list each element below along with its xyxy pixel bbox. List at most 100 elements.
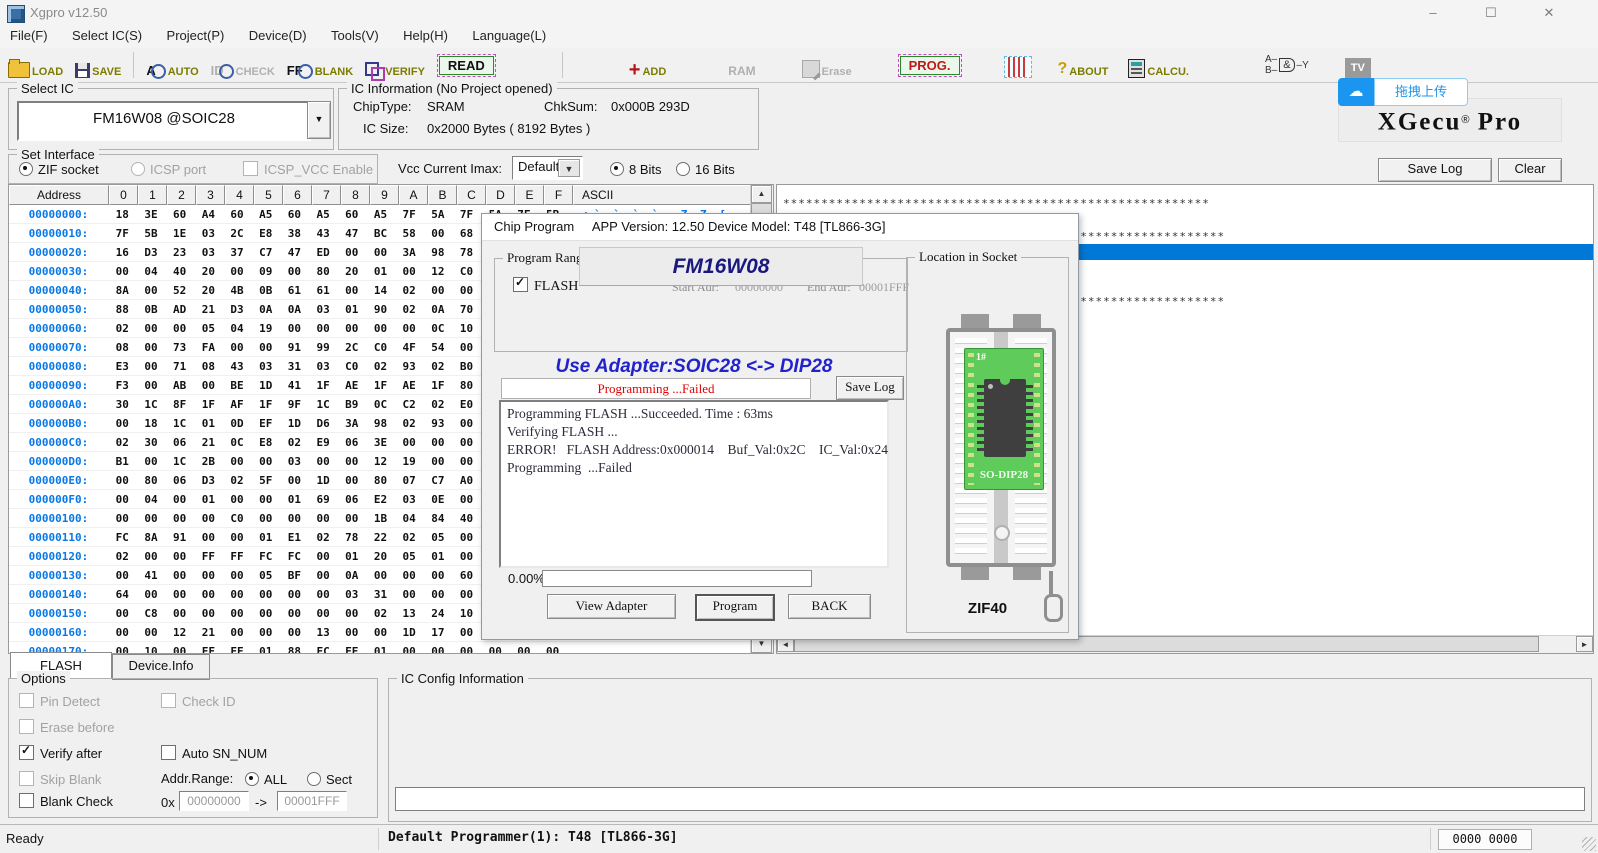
hex-byte[interactable]: 47 — [280, 246, 309, 259]
hex-byte[interactable]: C7 — [423, 474, 452, 487]
hex-byte[interactable]: 3E — [137, 208, 166, 221]
drag-upload-badge[interactable]: ☁ 拖拽上传 — [1338, 78, 1468, 106]
hex-byte[interactable]: 7F — [108, 227, 137, 240]
hex-byte[interactable]: 00 — [280, 626, 309, 639]
hex-byte[interactable]: 03 — [194, 246, 223, 259]
hex-byte[interactable]: 00 — [108, 493, 137, 506]
read-button[interactable]: READ — [437, 54, 496, 77]
calcu-button[interactable]: CALCU. — [1128, 52, 1189, 78]
hex-byte[interactable]: 00 — [165, 588, 194, 601]
view-adapter-button[interactable]: View Adapter — [547, 594, 676, 619]
hex-byte[interactable]: 00 — [194, 569, 223, 582]
hex-byte[interactable]: FC — [251, 550, 280, 563]
hex-byte[interactable]: 00 — [137, 322, 166, 335]
hex-byte[interactable]: ED — [309, 246, 338, 259]
auto-button[interactable]: A AUTO — [146, 52, 198, 78]
hex-byte[interactable]: 1C — [165, 455, 194, 468]
resize-grip[interactable] — [1582, 837, 1596, 851]
hex-byte[interactable]: BC — [366, 227, 395, 240]
hex-byte[interactable]: 1F — [366, 379, 395, 392]
hex-byte[interactable]: 06 — [165, 436, 194, 449]
hex-byte[interactable]: 04 — [223, 322, 252, 335]
hex-byte[interactable]: 13 — [395, 607, 424, 620]
hex-byte[interactable]: 00 — [165, 550, 194, 563]
ic-combobox[interactable]: FM16W08 @SOIC28 — [17, 101, 311, 141]
hex-byte[interactable]: 31 — [366, 588, 395, 601]
scroll-up-icon[interactable]: ▲ — [751, 185, 772, 203]
hex-byte[interactable]: 00 — [280, 512, 309, 525]
hex-byte[interactable]: 00 — [452, 417, 481, 430]
hex-byte[interactable]: 30 — [137, 436, 166, 449]
hex-byte[interactable]: 02 — [395, 531, 424, 544]
hex-byte[interactable]: 00 — [452, 550, 481, 563]
hex-byte[interactable]: 00 — [108, 512, 137, 525]
auto-sn-checkbox[interactable]: Auto SN_NUM — [161, 745, 267, 763]
hex-byte[interactable]: 71 — [165, 360, 194, 373]
hex-byte[interactable]: 03 — [309, 303, 338, 316]
hex-byte[interactable]: 98 — [423, 246, 452, 259]
hex-byte[interactable]: A5 — [366, 208, 395, 221]
hex-byte[interactable]: 19 — [395, 455, 424, 468]
hex-byte[interactable]: 00 — [165, 607, 194, 620]
hex-byte[interactable]: 01 — [194, 417, 223, 430]
hex-byte[interactable]: 3E — [366, 436, 395, 449]
hex-byte[interactable]: 00 — [366, 322, 395, 335]
hex-byte[interactable]: 00 — [423, 284, 452, 297]
hex-byte[interactable]: 00 — [165, 569, 194, 582]
hex-byte[interactable]: 00 — [423, 588, 452, 601]
hex-byte[interactable]: 01 — [366, 265, 395, 278]
hex-byte[interactable]: 00 — [309, 512, 338, 525]
hex-byte[interactable]: 00 — [423, 455, 452, 468]
hex-byte[interactable]: 00 — [108, 645, 137, 654]
hex-byte[interactable]: E2 — [366, 493, 395, 506]
hex-byte[interactable]: 06 — [337, 436, 366, 449]
hex-byte[interactable]: B0 — [452, 360, 481, 373]
hex-byte[interactable]: 4F — [395, 341, 424, 354]
hex-byte[interactable]: 02 — [423, 398, 452, 411]
hex-byte[interactable]: D3 — [194, 474, 223, 487]
menu-project[interactable]: Project(P) — [157, 26, 235, 45]
addr-range-sect-radio[interactable]: Sect — [307, 771, 352, 789]
hex-byte[interactable]: 00 — [309, 550, 338, 563]
hex-byte[interactable]: 00 — [337, 455, 366, 468]
hex-byte[interactable]: 1E — [165, 227, 194, 240]
hex-byte[interactable]: 06 — [337, 493, 366, 506]
hex-byte[interactable]: C0 — [337, 360, 366, 373]
hex-byte[interactable]: 61 — [309, 284, 338, 297]
hex-byte[interactable]: 91 — [165, 531, 194, 544]
hex-byte[interactable]: 43 — [223, 360, 252, 373]
hex-byte[interactable]: 7F — [395, 208, 424, 221]
hex-byte[interactable]: 14 — [366, 284, 395, 297]
hex-byte[interactable]: 4B — [223, 284, 252, 297]
hex-byte[interactable]: 00 — [395, 322, 424, 335]
hex-byte[interactable]: D3 — [137, 246, 166, 259]
hex-byte[interactable]: 0B — [137, 303, 166, 316]
hex-byte[interactable]: 1F — [194, 398, 223, 411]
hex-byte[interactable]: 00 — [452, 436, 481, 449]
hex-byte[interactable]: 00 — [452, 531, 481, 544]
save-button[interactable]: SAVE — [75, 52, 121, 78]
hex-byte[interactable]: 03 — [194, 227, 223, 240]
hex-byte[interactable]: 00 — [223, 531, 252, 544]
hex-byte[interactable]: 84 — [423, 512, 452, 525]
flash-checkbox[interactable]: FLASH — [513, 277, 578, 295]
hex-byte[interactable]: 00 — [223, 455, 252, 468]
vcc-combobox[interactable]: Default ▼ — [512, 156, 583, 180]
hex-byte[interactable]: 00 — [108, 607, 137, 620]
hex-byte[interactable]: BE — [223, 379, 252, 392]
hex-byte[interactable]: FE — [223, 645, 252, 654]
prog-button[interactable]: PROG. — [898, 54, 962, 77]
hex-byte[interactable]: 88 — [108, 303, 137, 316]
hex-byte[interactable]: 00 — [251, 626, 280, 639]
hex-byte[interactable]: 03 — [280, 455, 309, 468]
hex-byte[interactable]: 0C — [423, 322, 452, 335]
hex-byte[interactable]: A0 — [452, 474, 481, 487]
hex-byte[interactable]: 00 — [452, 341, 481, 354]
hex-byte[interactable]: 91 — [280, 341, 309, 354]
hex-byte[interactable]: 05 — [395, 550, 424, 563]
hex-byte[interactable]: 03 — [251, 360, 280, 373]
hex-byte[interactable]: 47 — [337, 227, 366, 240]
hex-byte[interactable]: 0A — [280, 303, 309, 316]
hex-byte[interactable]: 00 — [423, 436, 452, 449]
hex-byte[interactable]: 02 — [395, 284, 424, 297]
